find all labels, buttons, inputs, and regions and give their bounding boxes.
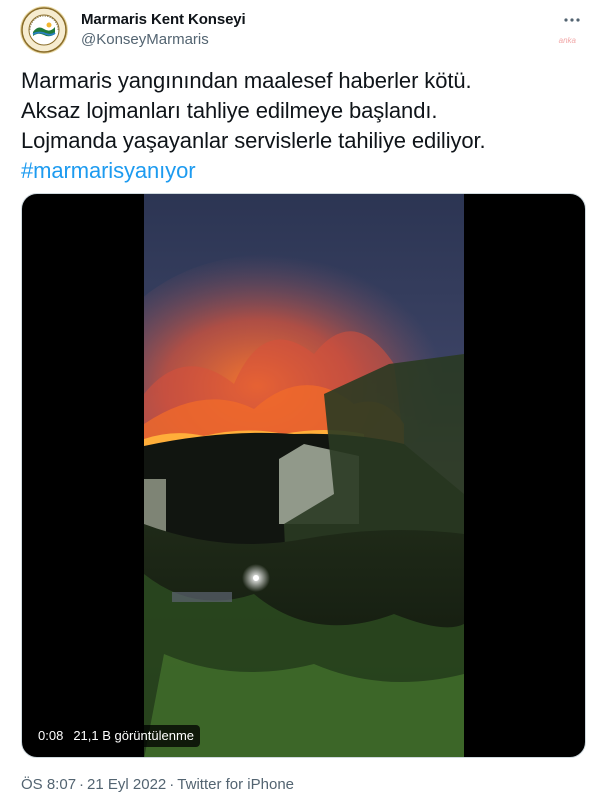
tweet: Marmaris Kent Konseyi @KonseyMarmaris an… (0, 0, 602, 807)
tweet-time-link[interactable]: ÖS 8:07 (21, 776, 76, 793)
separator: · (169, 776, 175, 793)
tweet-header: Marmaris Kent Konseyi @KonseyMarmaris an… (20, 6, 586, 56)
video-info-badge: 0:08 21,1 B görüntülenme (32, 725, 201, 747)
author-name[interactable]: Marmaris Kent Konseyi (81, 10, 246, 30)
video-player[interactable]: 0:08 21,1 B görüntülenme (21, 193, 586, 758)
video-frame[interactable] (144, 194, 464, 757)
fire-scene-image (144, 194, 464, 757)
tweet-text: Marmaris yangınından maalesef haberler k… (21, 66, 582, 186)
watermark: anka (558, 36, 576, 45)
hashtag-link[interactable]: #marmarisyanıyor (21, 156, 582, 186)
tweet-date-link[interactable]: 21 Eyl 2022 (87, 776, 166, 793)
tweet-text-line: Lojmanda yaşayanlar servislerle tahiliye… (21, 128, 486, 153)
tweet-source-link[interactable]: Twitter for iPhone (177, 776, 294, 793)
tweet-meta: ÖS 8:07 · 21 Eyl 2022 · Twitter for iPhone (21, 775, 294, 795)
ellipsis-icon (564, 18, 580, 22)
tweet-text-line: Aksaz lojmanları tahliye edilmeye başlan… (21, 98, 438, 123)
avatar[interactable] (20, 6, 68, 54)
separator: · (79, 776, 85, 793)
video-view-count: 21,1 B görüntülenme (73, 728, 195, 743)
author-handle[interactable]: @KonseyMarmaris (81, 30, 246, 50)
circular-logo-icon (20, 6, 68, 54)
more-options-button[interactable] (560, 8, 584, 32)
author-info[interactable]: Marmaris Kent Konseyi @KonseyMarmaris (81, 10, 246, 50)
tweet-text-line: Marmaris yangınından maalesef haberler k… (21, 68, 472, 93)
video-duration: 0:08 (38, 728, 64, 743)
